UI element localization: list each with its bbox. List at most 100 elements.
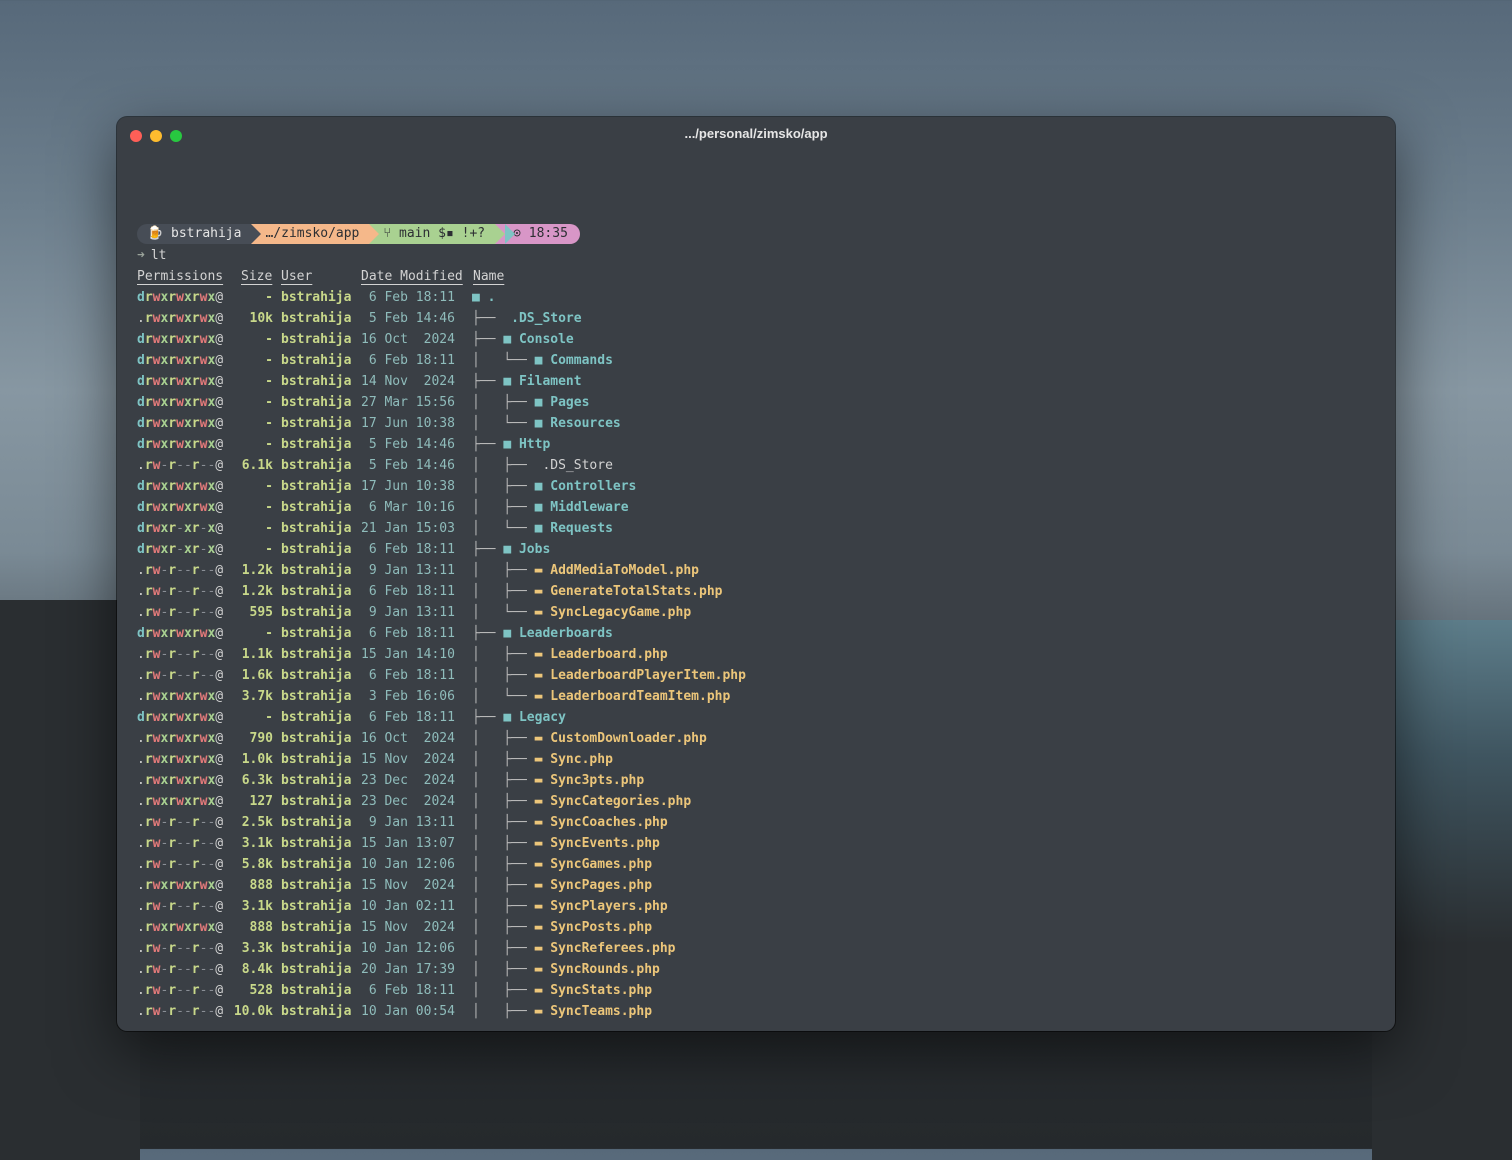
file-name[interactable]: Console [519,332,574,347]
date-cell: 15 Jan 14:10 [361,647,455,662]
file-name[interactable]: Jobs [519,542,550,557]
date-cell: 10 Jan 02:11 [361,899,455,914]
name-cell[interactable]: │ ├── ▬ SyncCategories.php [472,791,691,812]
name-cell[interactable]: │ ├── ■ Pages [472,392,589,413]
terminal-window[interactable]: .../personal/zimsko/app 🍺 bstrahija …/zi… [117,117,1395,1031]
title-bar[interactable]: .../personal/zimsko/app [117,117,1395,151]
header-permissions: Permissions [137,269,224,284]
size-cell: 3.1k [241,836,273,851]
file-name[interactable]: Resources [550,416,620,431]
name-cell[interactable]: ■ . [472,287,495,308]
name-cell[interactable]: │ ├── ▬ SyncPosts.php [472,917,652,938]
name-cell[interactable]: │ └── ▬ LeaderboardTeamItem.php [472,686,730,707]
file-row: .rw-r--r--@ 3.1k bstrahija 10 Jan 02:11 │ ├─… [137,896,1395,917]
name-cell[interactable]: │ ├── ▬ SyncCoaches.php [472,812,668,833]
name-cell[interactable]: │ ├── ▬ SyncPlayers.php [472,896,668,917]
file-name[interactable]: Http [519,437,550,452]
user-cell: bstrahija [281,668,352,683]
name-cell[interactable]: │ ├── ■ Middleware [472,497,629,518]
command-line[interactable]: ➜ lt [137,245,1395,266]
file-name[interactable]: LeaderboardPlayerItem.php [550,668,746,683]
name-cell[interactable]: ├── ■ Filament [472,371,582,392]
file-row: .rw-r--r--@ 1.1k bstrahija 15 Jan 14:10 │ ├─… [137,644,1395,665]
file-name[interactable]: SyncGames.php [550,857,652,872]
name-cell[interactable]: │ └── ■ Commands [472,350,613,371]
name-cell[interactable]: │ ├── ▬ LeaderboardPlayerItem.php [472,665,746,686]
name-cell[interactable]: │ ├── ▬ SyncStats.php [472,980,652,1001]
name-cell[interactable]: │ ├── ▬ Leaderboard.php [472,644,668,665]
tree-guide: │ ├── [472,836,535,851]
file-name[interactable]: SyncEvents.php [550,836,660,851]
file-name[interactable]: Filament [519,374,582,389]
php-file-icon: ▬ [534,899,551,914]
name-cell[interactable]: │ ├── ▬ SyncEvents.php [472,833,660,854]
file-name[interactable]: LeaderboardTeamItem.php [550,689,730,704]
file-name[interactable]: Commands [550,353,613,368]
size-cell: - [265,479,273,494]
name-cell[interactable]: ├── ■ Jobs [472,539,550,560]
name-cell[interactable]: ├── .DS_Store [472,308,582,329]
name-cell[interactable]: ├── ■ Console [472,329,574,350]
name-cell[interactable]: │ ├── ▬ CustomDownloader.php [472,728,707,749]
file-name[interactable]: Sync3pts.php [550,773,644,788]
tree-guide: │ ├── [472,899,535,914]
name-cell[interactable]: │ └── ■ Requests [472,518,613,539]
date-cell: 15 Jan 13:07 [361,836,455,851]
file-row: .rw-r--r--@ 1.2k bstrahija 9 Jan 13:11 │ ├─… [137,560,1395,581]
terminal-content[interactable]: 🍺 bstrahija …/zimsko/app ⑂ main $▪ !+? ⊙… [137,223,1395,1022]
permissions-cell: .rwxrwxrwx@ [137,689,224,704]
tree-guide: ├── [472,542,504,557]
file-name[interactable]: SyncPlayers.php [550,899,667,914]
file-name[interactable]: . [488,290,496,305]
file-name[interactable]: SyncLegacyGame.php [550,605,691,620]
file-name[interactable]: CustomDownloader.php [550,731,707,746]
prompt-arrow-icon: ➜ [137,248,145,263]
name-cell[interactable]: │ ├── ▬ SyncPages.php [472,875,652,896]
file-name[interactable]: SyncStats.php [550,983,652,998]
name-cell[interactable]: │ └── ▬ SyncLegacyGame.php [472,602,691,623]
name-cell[interactable]: │ ├── ▬ SyncRounds.php [472,959,660,980]
file-name[interactable]: Leaderboard.php [550,647,667,662]
tree-guide: │ ├── [472,500,535,515]
file-name[interactable]: Legacy [519,710,566,725]
file-name[interactable]: SyncCategories.php [550,794,691,809]
file-name[interactable]: SyncPages.php [550,878,652,893]
name-cell[interactable]: │ ├── ▬ Sync.php [472,749,613,770]
user-cell: bstrahija [281,647,352,662]
file-name[interactable]: SyncReferees.php [550,941,675,956]
tree-guide: │ ├── [472,794,535,809]
file-name[interactable]: Middleware [550,500,628,515]
file-name[interactable]: .DS_Store [511,311,581,326]
file-name[interactable]: SyncCoaches.php [550,815,667,830]
name-cell[interactable]: ├── ■ Leaderboards [472,623,613,644]
file-name[interactable]: .DS_Store [542,458,612,473]
permissions-cell: .rwxrwxrwx@ [137,794,224,809]
file-name[interactable]: Sync.php [550,752,613,767]
permissions-cell: .rw-r--r--@ [137,668,224,683]
file-name[interactable]: Requests [550,521,613,536]
file-name[interactable]: Pages [550,395,589,410]
php-file-icon: ▬ [534,794,551,809]
size-cell: - [265,710,273,725]
permissions-cell: drwxrwxrwx@ [137,374,224,389]
file-name[interactable]: SyncTeams.php [550,1004,652,1019]
name-cell[interactable]: ├── ■ Http [472,434,550,455]
name-cell[interactable]: │ ├── ▬ SyncGames.php [472,854,652,875]
file-name[interactable]: SyncRounds.php [550,962,660,977]
name-cell[interactable]: │ ├── ▬ SyncReferees.php [472,938,676,959]
name-cell[interactable]: │ ├── ▬ AddMediaToModel.php [472,560,699,581]
file-name[interactable]: Leaderboards [519,626,613,641]
name-cell[interactable]: ├── ■ Legacy [472,707,566,728]
folder-icon: ■ [534,500,551,515]
file-name[interactable]: AddMediaToModel.php [550,563,699,578]
file-name[interactable]: Controllers [550,479,636,494]
name-cell[interactable]: │ ├── .DS_Store [472,455,613,476]
name-cell[interactable]: │ ├── ▬ GenerateTotalStats.php [472,581,722,602]
file-name[interactable]: GenerateTotalStats.php [550,584,722,599]
name-cell[interactable]: │ ├── ▬ SyncTeams.php [472,1001,652,1022]
name-cell[interactable]: │ └── ■ Resources [472,413,621,434]
name-cell[interactable]: │ ├── ▬ Sync3pts.php [472,770,644,791]
user-cell: bstrahija [281,311,352,326]
name-cell[interactable]: │ ├── ■ Controllers [472,476,636,497]
file-name[interactable]: SyncPosts.php [550,920,652,935]
